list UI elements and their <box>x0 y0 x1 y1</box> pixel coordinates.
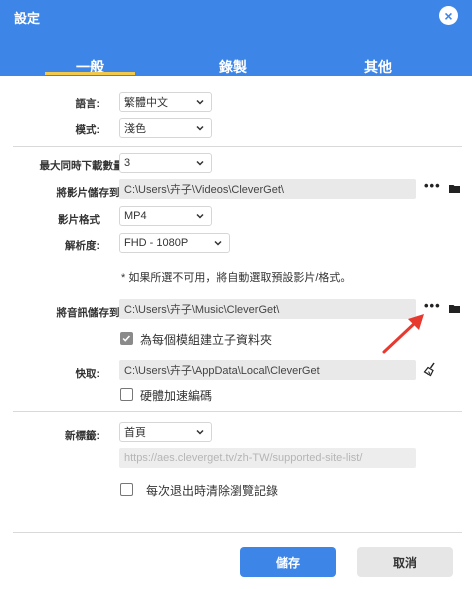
video-format-value: MP4 <box>124 210 147 222</box>
divider <box>13 411 462 412</box>
subfolder-checkbox-label: 為每個模組建立子資料夾 <box>140 333 273 347</box>
clear-history-checkbox-label: 每次退出時清除瀏覽記錄 <box>146 484 279 498</box>
video-format-label: 影片格式 <box>58 214 100 226</box>
audio-save-path: C:\Users\卉子\Music\CleverGet\ <box>119 299 416 319</box>
chevron-down-icon <box>196 160 204 166</box>
window-title: 設定 <box>14 11 41 26</box>
language-label: 語言: <box>75 98 101 110</box>
tab-recording[interactable]: 錄製 <box>188 57 278 77</box>
close-button[interactable]: × <box>439 6 458 25</box>
cancel-button[interactable]: 取消 <box>357 547 453 577</box>
new-tab-select[interactable]: 首頁 <box>119 422 212 442</box>
cache-label: 快取: <box>75 368 101 380</box>
annotation-arrow-icon <box>382 314 424 354</box>
close-icon: × <box>444 7 453 24</box>
hw-accel-checkbox-label: 硬體加速編碼 <box>140 389 213 403</box>
max-downloads-label: 最大同時下載數量: <box>39 160 128 172</box>
broom-icon[interactable] <box>423 362 438 377</box>
divider <box>13 146 462 147</box>
folder-icon[interactable] <box>449 184 461 194</box>
resolution-value: FHD - 1080P <box>124 237 189 249</box>
chevron-down-icon <box>196 213 204 219</box>
header-bar: 設定 × 一般 錄製 其他 <box>0 0 472 76</box>
active-tab-indicator <box>45 72 135 75</box>
new-tab-url-input: https://aes.cleverget.tv/zh-TW/supported… <box>119 448 416 468</box>
save-button[interactable]: 儲存 <box>240 547 336 577</box>
chevron-down-icon <box>196 99 204 105</box>
mode-select[interactable]: 淺色 <box>119 118 212 138</box>
audio-save-label: 將音訊儲存到: <box>56 307 124 319</box>
divider <box>13 532 462 533</box>
subfolder-checkbox[interactable] <box>120 332 133 345</box>
tab-other[interactable]: 其他 <box>333 57 423 77</box>
hw-accel-checkbox[interactable] <box>120 388 133 401</box>
max-downloads-select[interactable]: 3 <box>119 153 212 173</box>
more-dots-icon[interactable]: ••• <box>424 178 441 193</box>
checkmark-icon <box>122 335 131 342</box>
chevron-down-icon <box>196 429 204 435</box>
language-select[interactable]: 繁體中文 <box>119 92 212 112</box>
cache-path: C:\Users\卉子\AppData\Local\CleverGet <box>119 360 416 380</box>
format-note: * 如果所選不可用，將自動選取預設影片/格式。 <box>121 272 352 284</box>
chevron-down-icon <box>196 125 204 131</box>
folder-icon[interactable] <box>449 304 461 314</box>
video-format-select[interactable]: MP4 <box>119 206 212 226</box>
max-downloads-value: 3 <box>124 157 131 169</box>
clear-history-checkbox[interactable] <box>120 483 133 496</box>
new-tab-value: 首頁 <box>124 427 146 439</box>
resolution-select[interactable]: FHD - 1080P <box>119 233 230 253</box>
chevron-down-icon <box>214 240 222 246</box>
resolution-label: 解析度: <box>65 240 100 252</box>
mode-label: 模式: <box>75 124 101 136</box>
video-save-label: 將影片儲存到: <box>56 187 124 199</box>
video-save-path: C:\Users\卉子\Videos\CleverGet\ <box>119 179 416 199</box>
mode-value: 淺色 <box>124 123 146 135</box>
new-tab-label: 新標籤: <box>65 430 100 442</box>
language-value: 繁體中文 <box>124 97 168 109</box>
